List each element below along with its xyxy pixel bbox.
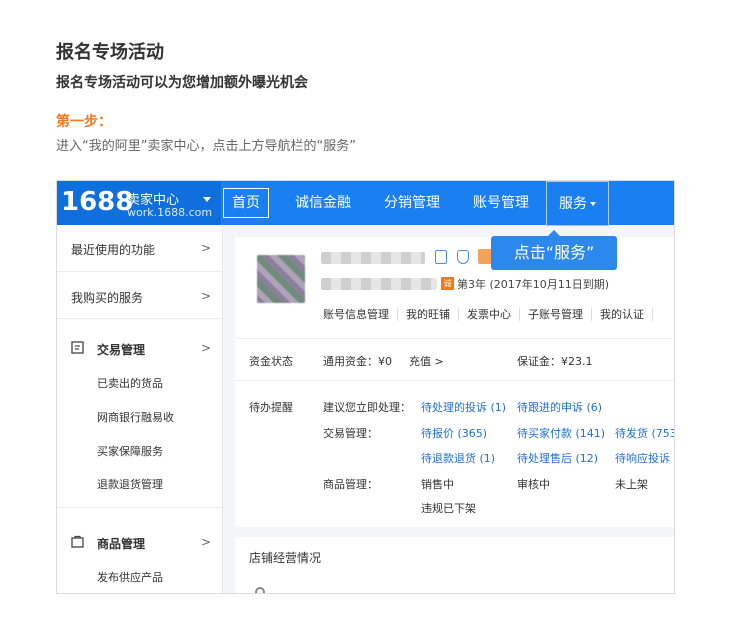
sidebar: 最近使用的功能 > 我购买的服务 > 交易管理 > 已卖出的货品 网商银行融易收… [57,225,223,593]
phone-icon [435,250,447,264]
account-panel: 诚 第3年 (2017年10月11日到期) 账号信息管理 我的旺铺 发票中心 子账号管… [235,237,674,527]
nav-distribution[interactable]: 分销管理 [384,181,440,225]
blurred-name [321,252,425,264]
seller-center-screenshot: 1688 卖家中心 work.1688.com 首页 诚信金融 分销管理 账号管… [56,180,675,594]
chevron-right-icon: > [200,289,211,303]
deposit: 保证金：¥23.1 [517,355,593,368]
sidebar-item-purchased[interactable]: 我购买的服务 > [71,289,211,306]
logo[interactable]: 1688 卖家中心 work.1688.com [57,181,221,225]
nav-account[interactable]: 账号管理 [473,181,529,225]
goods-violation[interactable]: 违规已下架 [421,500,476,516]
sidebar-sub-mybank[interactable]: 网商银行融易收 [97,409,174,425]
goods-reviewing[interactable]: 审核中 [517,476,550,492]
avatar [257,255,305,303]
todo-to-ship[interactable]: 待发货 (753 [615,425,674,441]
callout-arrow [548,230,560,236]
todo-goods-label: 商品管理： [323,478,378,491]
link-account-info[interactable]: 账号信息管理 [323,308,398,321]
page-subtitle: 报名专场活动可以为您增加额外曝光机会 [56,75,308,91]
todo-refund[interactable]: 待退款退货 (1) [421,450,495,466]
logo-number: 1688 [61,187,134,217]
nav-service-label: 服务 [559,196,587,212]
todo-quote[interactable]: 待报价 (365) [421,425,487,441]
chevron-right-icon: > [200,241,211,255]
link-sub-account[interactable]: 子账号管理 [520,308,592,321]
shop-status-panel: 店铺经营情况 [235,537,674,593]
recharge-link[interactable]: 充值 > [409,353,444,369]
edit-doc-icon [71,341,84,354]
sidebar-section-goods[interactable]: 商品管理 > [71,535,211,552]
badge-icon [478,249,492,264]
funds-label: 资金状态 [249,355,293,368]
sidebar-section-trade[interactable]: 交易管理 > [71,341,211,358]
link-my-shop[interactable]: 我的旺铺 [398,308,459,321]
top-nav: 1688 卖家中心 work.1688.com 首页 诚信金融 分销管理 账号管… [57,181,674,226]
funds-balance: 通用资金：¥0 [323,355,392,368]
nav-credit-finance[interactable]: 诚信金融 [295,181,351,225]
account-links: 账号信息管理 我的旺铺 发票中心 子账号管理 我的认证 [323,306,653,322]
divider [235,380,674,381]
link-invoice[interactable]: 发票中心 [459,308,520,321]
todo-await-payment[interactable]: 待买家付款 (141) [517,425,605,441]
page-title: 报名专场活动 [56,42,164,63]
sidebar-sub-sold[interactable]: 已卖出的货品 [97,375,163,391]
todo-complaints[interactable]: 待处理的投诉 (1) [421,399,506,415]
bag-icon [71,535,84,548]
divider [57,507,223,508]
caret-down-icon [590,202,596,206]
todo-suggest-label: 建议您立即处理： [323,401,411,414]
goods-unlisted[interactable]: 未上架 [615,476,648,492]
gear-icon [255,587,265,593]
sidebar-item-label: 最近使用的功能 [71,243,156,257]
sidebar-item-label: 我购买的服务 [71,291,144,305]
sidebar-sub-publish[interactable]: 发布供应产品 [97,569,163,585]
divider [235,338,674,339]
link-my-cert[interactable]: 我的认证 [592,308,653,321]
chevron-right-icon: > [200,535,211,549]
shop-status-title: 店铺经营情况 [249,551,322,565]
callout-text: 点击“服务” [513,243,595,262]
vip-icon: 诚 [441,277,454,290]
todo-trade-label: 交易管理： [323,427,378,440]
step-text: 进入“我的阿里”卖家中心，点击上方导航栏的“服务” [56,139,356,154]
sidebar-sub-buyer-protect[interactable]: 买家保障服务 [97,443,163,459]
sidebar-item-recent[interactable]: 最近使用的功能 > [71,241,211,258]
caret-down-icon[interactable] [203,197,211,202]
nav-home[interactable]: 首页 [223,188,269,218]
shield-icon [457,250,469,264]
step-label: 第一步： [56,114,112,130]
sidebar-sub-refund[interactable]: 退款退货管理 [97,476,163,492]
membership-years: 第3年 (2017年10月11日到期) [457,278,610,291]
divider [57,318,223,319]
todo-appeals[interactable]: 待跟进的申诉 (6) [517,399,602,415]
goods-on-sale[interactable]: 销售中 [421,476,454,492]
callout-tooltip: 点击“服务” [491,230,617,270]
todo-label: 待办提醒 [249,401,293,414]
todo-respond-complaint[interactable]: 待响应投诉 ( [615,450,674,466]
nav-service[interactable]: 服务 [546,181,609,226]
logo-url: work.1688.com [127,206,213,219]
chevron-right-icon: > [200,341,211,355]
todo-after-sale[interactable]: 待处理售后 (12) [517,450,598,466]
divider [57,271,223,272]
blurred-company [321,278,437,290]
